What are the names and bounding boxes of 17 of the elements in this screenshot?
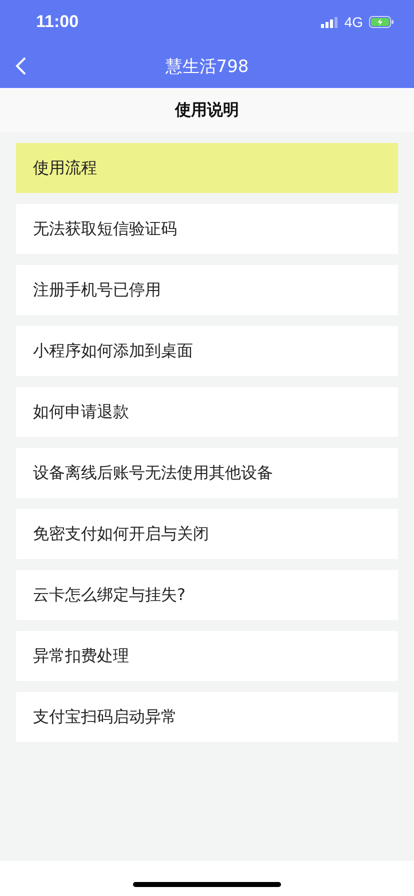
network-type: 4G: [344, 14, 363, 30]
help-item[interactable]: 无法获取短信验证码: [16, 204, 398, 254]
help-item[interactable]: 注册手机号已停用: [16, 265, 398, 315]
app-title: 慧生活798: [165, 56, 249, 78]
signal-icon: [321, 16, 338, 28]
help-item[interactable]: 支付宝扫码启动异常: [16, 692, 398, 742]
help-item[interactable]: 如何申请退款: [16, 387, 398, 437]
help-item[interactable]: 使用流程: [16, 143, 398, 193]
help-item[interactable]: 小程序如何添加到桌面: [16, 326, 398, 376]
back-icon[interactable]: [14, 56, 28, 76]
status-time: 11:00: [36, 12, 79, 32]
help-item[interactable]: 免密支付如何开启与关闭: [16, 509, 398, 559]
help-item[interactable]: 云卡怎么绑定与挂失?: [16, 570, 398, 620]
help-item[interactable]: 异常扣费处理: [16, 631, 398, 681]
help-item[interactable]: 设备离线后账号无法使用其他设备: [16, 448, 398, 498]
battery-icon: [369, 16, 394, 28]
page-title: 使用说明: [175, 100, 239, 120]
